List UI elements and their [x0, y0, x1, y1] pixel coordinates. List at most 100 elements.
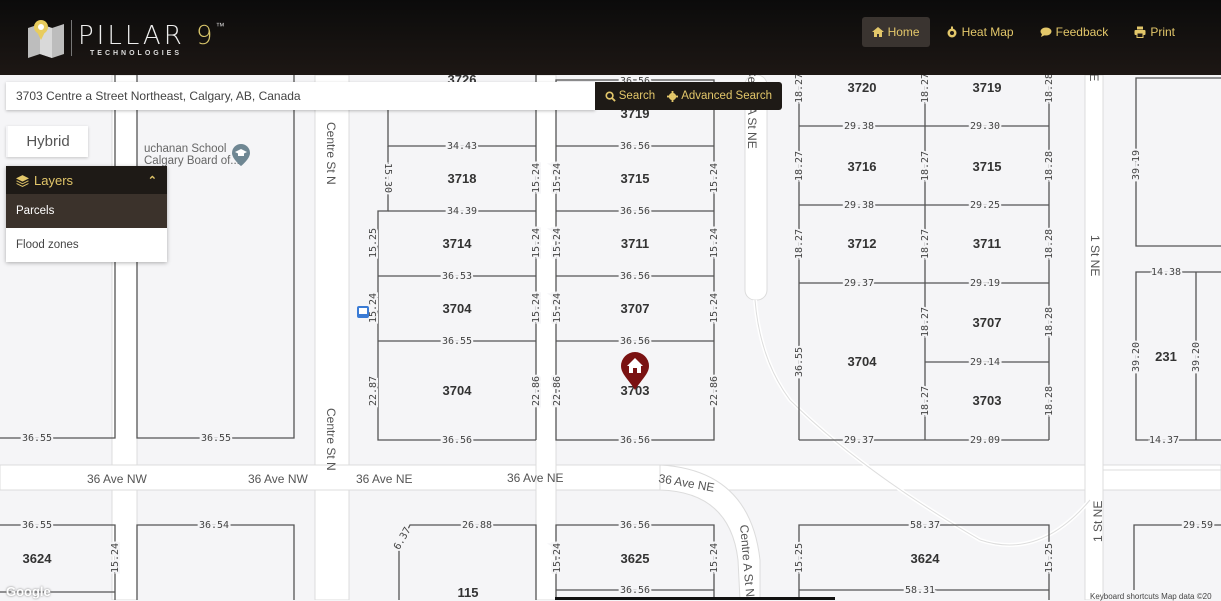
- pillar9-logo[interactable]: PILLAR 9™ TECHNOLOGIES: [26, 18, 226, 62]
- dim-label: 15.24: [552, 163, 563, 193]
- dim-label: 36.55: [442, 336, 472, 347]
- dim-label: 14.38: [1151, 267, 1181, 278]
- brand-name: PILLAR 9™: [78, 21, 225, 51]
- map-type-hybrid-button[interactable]: Hybrid: [8, 126, 88, 157]
- dim-label: 36.56: [620, 435, 650, 446]
- dim-label: 18.27: [794, 151, 805, 181]
- dim-label: 36.55: [22, 433, 52, 444]
- street-label-36-ave-ne: 36 Ave NE: [507, 471, 563, 485]
- parcel-number: 3712: [848, 236, 877, 251]
- dim-label: 39.20: [1131, 342, 1142, 372]
- layer-flood-zones[interactable]: Flood zones: [6, 228, 167, 262]
- gear-icon: [667, 90, 679, 102]
- dim-label: 36.56: [620, 585, 650, 596]
- parcel-number: 3704: [443, 383, 473, 398]
- map-logo-icon: [28, 20, 64, 58]
- parcel-number: 3719: [973, 80, 1002, 95]
- parcel-number: 3703: [973, 393, 1002, 408]
- dim-label: 36.56: [442, 435, 472, 446]
- nav-print[interactable]: Print: [1124, 17, 1185, 47]
- street-label-1-st-ne: 1 St NE: [1087, 75, 1101, 81]
- dim-label: 15.24: [709, 228, 720, 258]
- dim-label: 18.27: [920, 229, 931, 259]
- dim-label: 18.28: [1044, 151, 1055, 181]
- map-type-control: Map Hybrid: [6, 126, 88, 232]
- dim-label: 39.19: [1131, 150, 1142, 180]
- dim-label: 15.25: [794, 543, 805, 573]
- parcel-number: 3716: [848, 159, 877, 174]
- dim-label: 18.27: [794, 75, 805, 103]
- dim-label: 36.56: [620, 206, 650, 217]
- nav-heat-map-label: Heat Map: [961, 25, 1014, 39]
- dim-label: 15.24: [709, 163, 720, 193]
- search-bar: Search Advanced Search: [6, 82, 782, 110]
- school-pin-icon[interactable]: [232, 144, 250, 166]
- dim-label: 36.55: [794, 347, 805, 377]
- nav-home[interactable]: Home: [861, 17, 930, 47]
- dim-label: 18.27: [794, 229, 805, 259]
- nav-heat-map[interactable]: Heat Map: [936, 17, 1024, 47]
- dim-label: 58.37: [910, 520, 940, 531]
- advanced-search-label: Advanced Search: [681, 90, 772, 102]
- dim-label: 36.53: [442, 271, 472, 282]
- parcel-number: 3715: [973, 159, 1002, 174]
- dim-label: 29.09: [970, 435, 1000, 446]
- dim-label: 36.54: [199, 520, 229, 531]
- dim-label: 22.86: [709, 376, 720, 406]
- address-search-input[interactable]: [6, 82, 595, 110]
- dim-label: 15.25: [1044, 543, 1055, 573]
- dim-label: 18.27: [920, 386, 931, 416]
- dim-label: 15.30: [382, 163, 393, 193]
- parcel-number: 3711: [621, 236, 649, 251]
- parcel-number: 3624: [23, 551, 53, 566]
- dim-label: 14.37: [1149, 435, 1179, 446]
- nav-home-label: Home: [887, 25, 920, 39]
- dim-label: 29.37: [844, 435, 874, 446]
- parcel-number: 231: [1155, 349, 1177, 364]
- layer-parcels[interactable]: Parcels: [6, 194, 167, 228]
- dim-label: 18.28: [1044, 386, 1055, 416]
- dim-label: 29.19: [970, 278, 1000, 289]
- dim-label: 36.56: [620, 141, 650, 152]
- app-header: PILLAR 9™ TECHNOLOGIES Home Heat Map Fee…: [0, 0, 1221, 75]
- nav-feedback-label: Feedback: [1055, 25, 1109, 39]
- street-label-36-ave-ne: 36 Ave NE: [356, 472, 412, 486]
- dim-label: 36.56: [620, 520, 650, 531]
- street-label-36-ave-nw: 36 Ave NW: [248, 472, 308, 486]
- road-west: [111, 75, 138, 466]
- parcel-number: 3707: [973, 315, 1002, 330]
- dim-label: 29.38: [844, 200, 874, 211]
- layers-panel: Layers ⌃ Parcels Flood zones: [6, 166, 167, 262]
- nav-feedback[interactable]: Feedback: [1030, 17, 1119, 47]
- parcel-number: 3720: [848, 80, 877, 95]
- street-label-36-ave-nw: 36 Ave NW: [87, 472, 147, 486]
- parcel-number: 3714: [443, 236, 473, 251]
- search-icon: [605, 90, 616, 102]
- advanced-search-button[interactable]: Advanced Search: [661, 90, 778, 102]
- dim-label: 15.24: [552, 228, 563, 258]
- dim-label: 22.86: [531, 376, 542, 406]
- poi-label[interactable]: uchanan School Calgary Board of...: [144, 143, 240, 167]
- brand-subtitle: TECHNOLOGIES: [90, 50, 183, 57]
- bus-stop-icon[interactable]: [357, 306, 369, 318]
- dim-label: 36.55: [22, 520, 52, 531]
- dim-label: 22.87: [368, 376, 379, 406]
- dim-label: 18.28: [1044, 307, 1055, 337]
- search-button-label: Search: [618, 90, 656, 102]
- dim-label: 15.24: [709, 293, 720, 323]
- print-icon: [1134, 26, 1146, 38]
- layers-toggle[interactable]: Layers ⌃: [6, 166, 167, 194]
- fire-icon: [947, 26, 957, 38]
- parcel-number: 3625: [621, 551, 650, 566]
- dim-label: 15.24: [368, 293, 379, 323]
- street-label-centre-st-n: Centre St N: [324, 122, 338, 185]
- chevron-up-icon: ⌃: [147, 174, 157, 187]
- dim-label: 39.20: [1191, 342, 1202, 372]
- search-button[interactable]: Search: [599, 90, 661, 102]
- dim-label: 26.88: [462, 520, 492, 531]
- dim-label: 18.28: [1044, 229, 1055, 259]
- dim-label: 18.27: [920, 75, 931, 103]
- dim-label: 36.56: [620, 271, 650, 282]
- dim-label: 15.24: [552, 293, 563, 323]
- street-label-1-st-ne: 1 St NE: [1088, 235, 1102, 276]
